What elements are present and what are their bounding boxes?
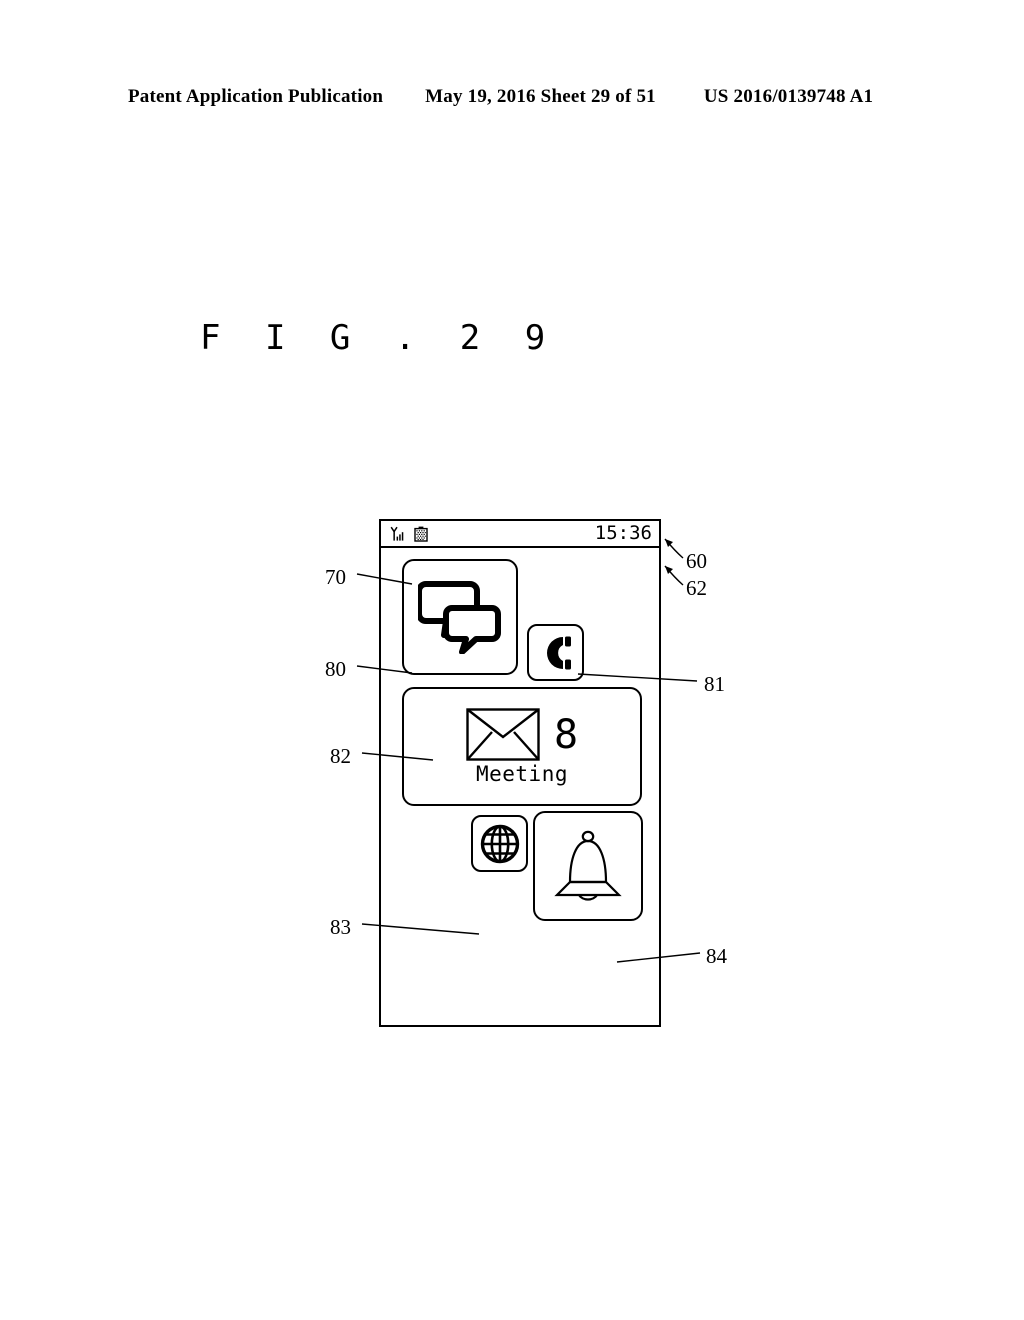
tile-browser[interactable] xyxy=(471,815,528,872)
page-header: Patent Application Publication May 19, 2… xyxy=(128,86,896,108)
status-bar-time: 15:36 xyxy=(594,522,652,544)
date-sheet-label: May 19, 2016 Sheet 29 of 51 xyxy=(425,86,656,107)
figure-title: F I G . 2 9 xyxy=(200,318,558,358)
envelope-icon xyxy=(466,708,540,761)
mail-tile-content: 8 Meeting xyxy=(466,708,578,785)
reference-numeral-83: 83 xyxy=(330,915,351,939)
reference-numeral-60: 60 xyxy=(686,549,707,573)
mail-unread-count: 8 xyxy=(553,711,579,758)
status-icon-group xyxy=(390,526,428,542)
reference-numeral-81: 81 xyxy=(704,672,725,696)
tile-alarm[interactable] xyxy=(533,811,643,921)
reference-numeral-70: 70 xyxy=(325,565,346,589)
reference-numeral-62: 62 xyxy=(686,576,707,600)
telephone-handset-icon xyxy=(546,636,571,669)
mail-tile-row: 8 xyxy=(466,708,578,761)
tile-mail[interactable]: 8 Meeting xyxy=(402,687,642,806)
publication-label: Patent Application Publication xyxy=(128,86,384,107)
home-screen: 8 Meeting xyxy=(381,548,659,1025)
patent-number-label: US 2016/0139748 A1 xyxy=(703,86,874,107)
globe-icon xyxy=(480,824,519,863)
reference-numeral-84: 84 xyxy=(706,944,727,968)
reference-numeral-82: 82 xyxy=(330,744,351,768)
status-bar: 15:36 xyxy=(381,521,659,548)
bell-icon xyxy=(554,830,622,901)
reference-numeral-80: 80 xyxy=(325,657,346,681)
mail-tile-label: Meeting xyxy=(475,762,568,786)
speech-bubbles-icon xyxy=(418,581,501,654)
battery-icon xyxy=(414,526,428,542)
signal-strength-icon xyxy=(390,526,404,541)
mobile-device-outline: 15:36 8 Meeting xyxy=(379,519,661,1027)
tile-phone[interactable] xyxy=(527,624,584,681)
tile-chat[interactable] xyxy=(402,559,518,675)
